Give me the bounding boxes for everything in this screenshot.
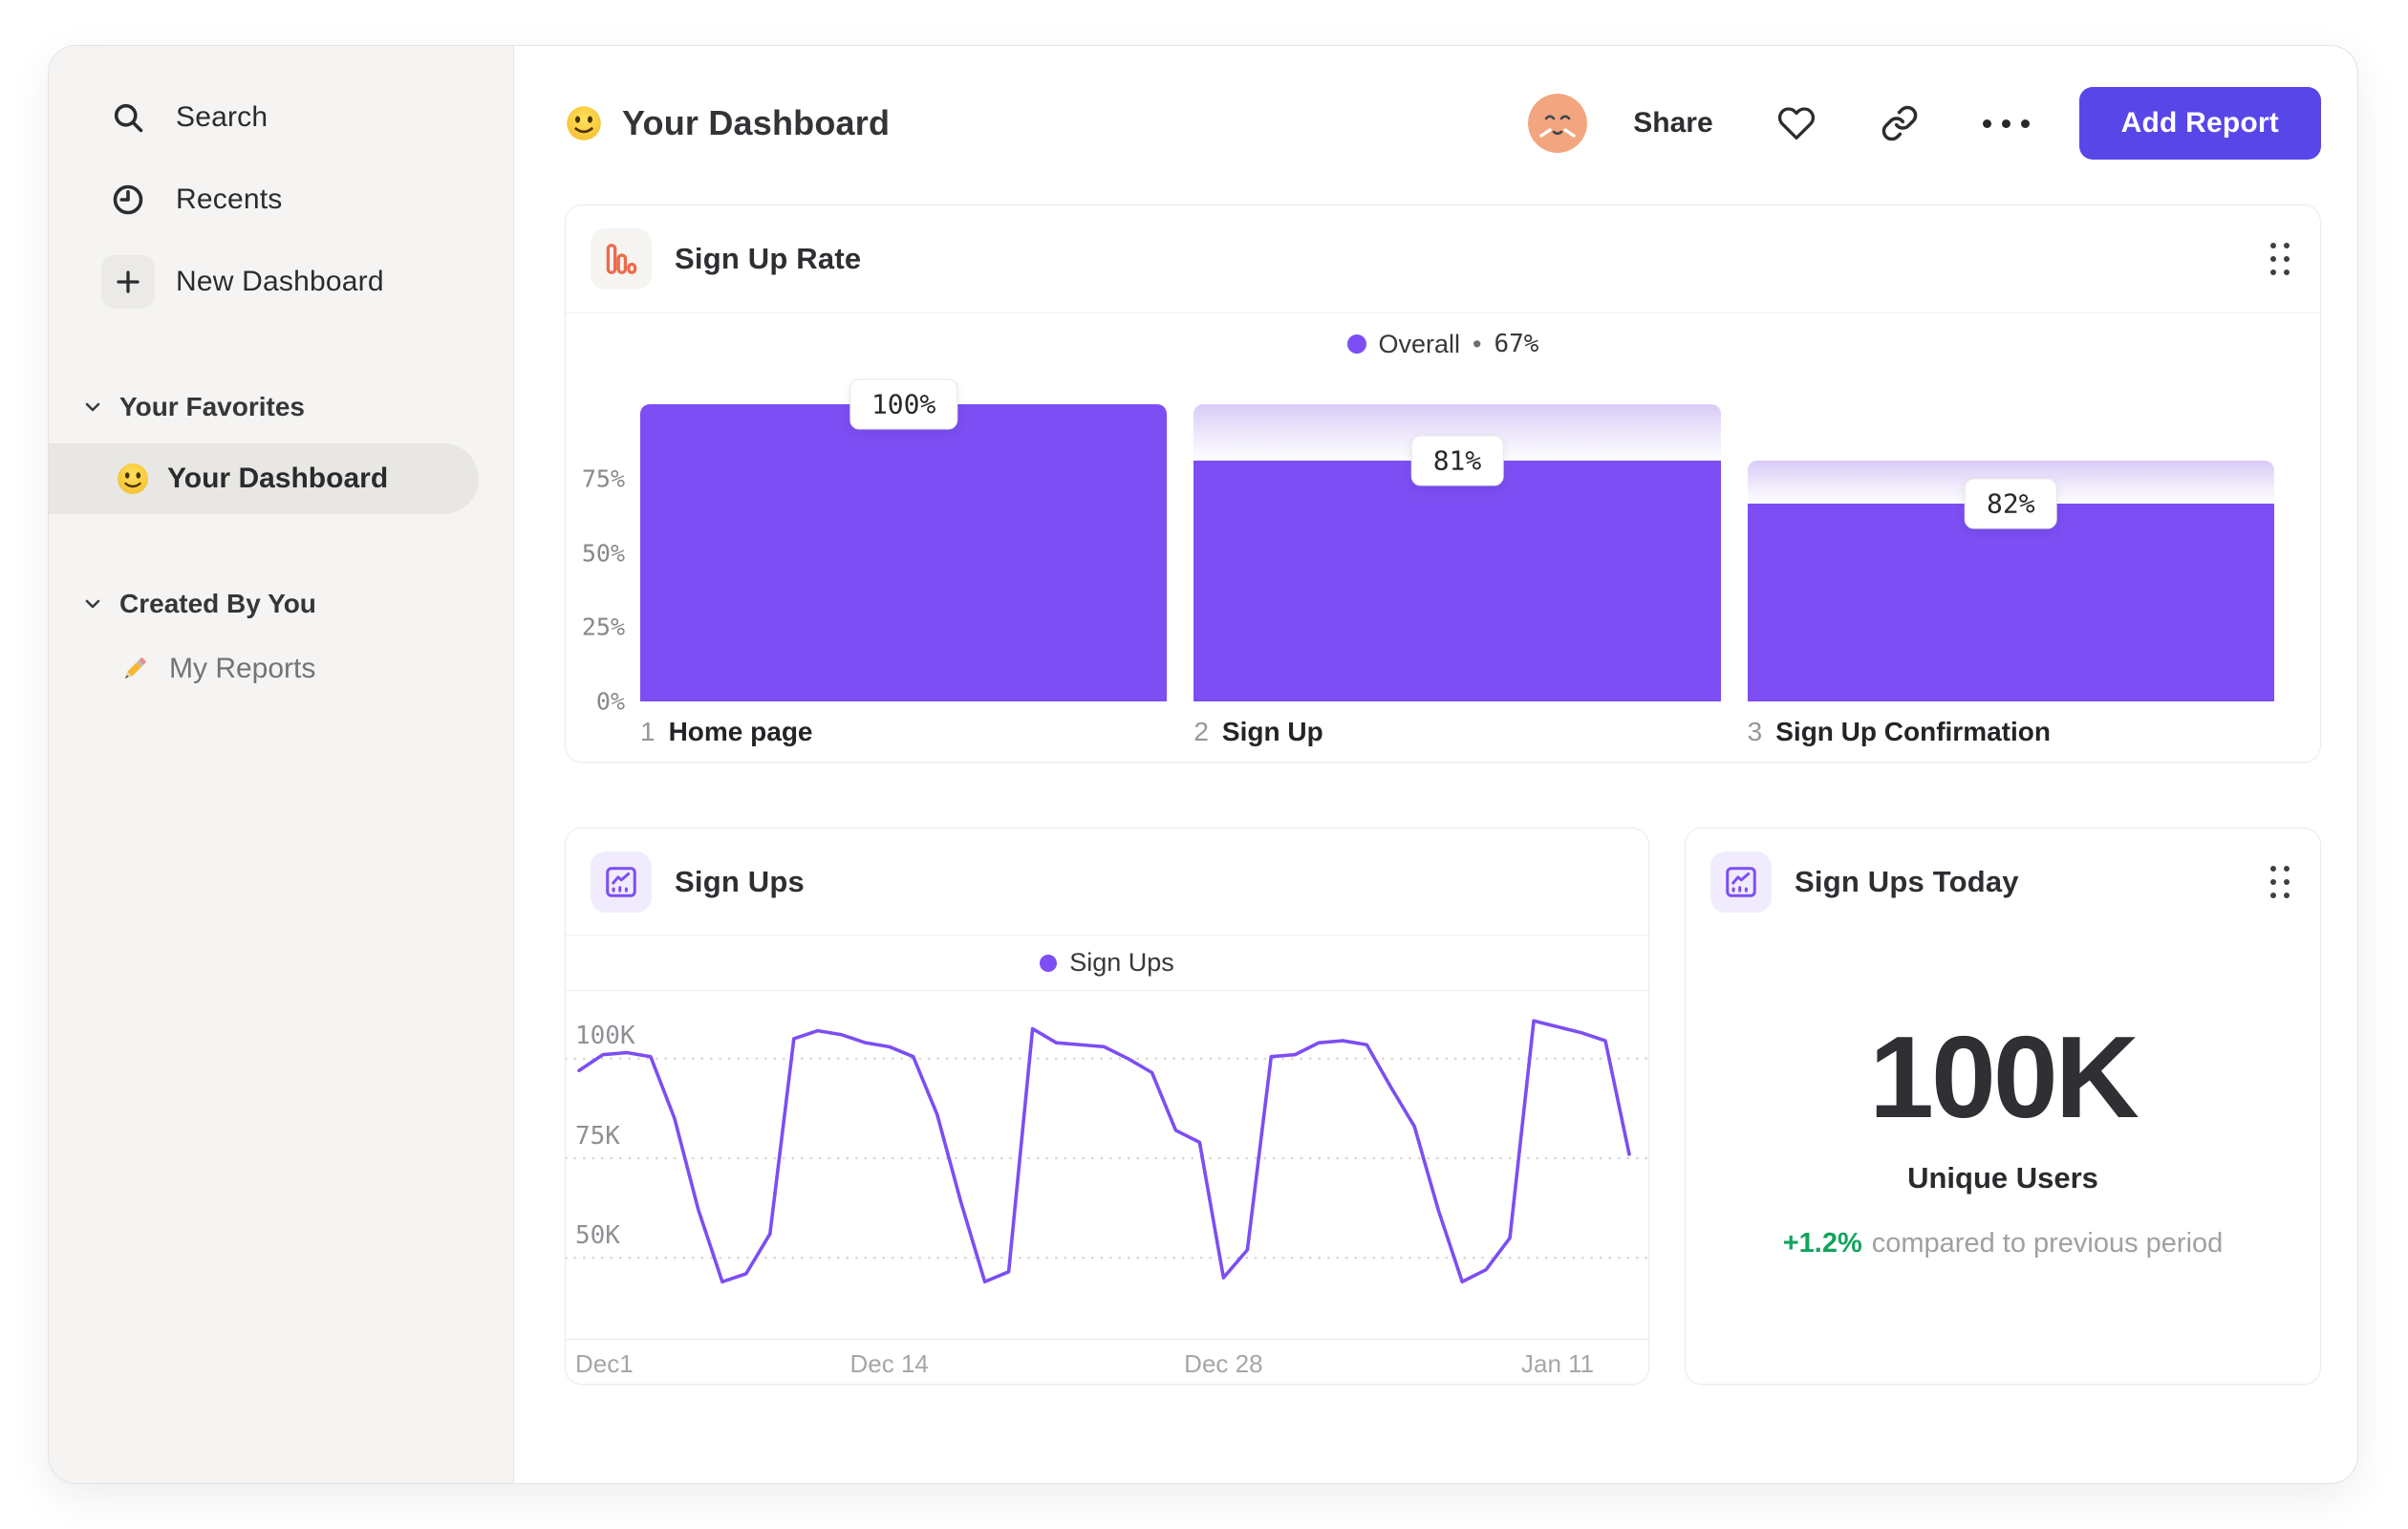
line-chart-icon [591,851,652,913]
funnel-converted-fill [1747,504,2274,701]
funnel-y-tick: 0% [595,687,625,716]
section-created-by-you[interactable]: Created By You [49,577,513,631]
search-icon [101,91,155,144]
section-title: Your Favorites [119,392,305,421]
sidebar-item-label: New Dashboard [176,266,384,297]
funnel-y-tick: 50% [581,539,625,567]
funnel-step-label: 2 Sign Up [1193,717,1323,746]
funnel-step-label: 1 Home page [640,717,813,746]
line-x-tick: Jan 11 [1520,1349,1595,1378]
section-title: Created By You [119,589,316,618]
legend-dot [1040,954,1058,972]
metric-subtitle: Unique Users [1907,1161,2098,1195]
metric-value: 100K [1869,1012,2139,1142]
delta-value: +1.2% [1782,1228,1862,1259]
funnel-x-labels: 1 Home page 2 Sign Up 3 Sign Up Confirmation [640,717,2274,747]
sidebar: Search Recents New Dashboard Your Favori… [49,46,514,1483]
card-sign-ups-today: Sign Ups Today 100K Unique Users +1.2% co… [1685,828,2321,1385]
share-button[interactable]: Share [1633,107,1712,140]
card-sign-ups: Sign Ups Sign Ups 100K 75K 50K Dec1 Dec 14 D… [565,828,1649,1385]
funnel-plot: 100% 81% 82% [640,378,2274,701]
main-content: Your Dashboard Share Add Report Sign Up … [514,46,2357,1483]
funnel-step-label: 3 Sign Up Confirmation [1747,717,2051,746]
drag-handle-icon[interactable] [2265,860,2295,904]
sidebar-item-my-reports[interactable]: My Reports [49,638,513,700]
line-legend[interactable]: Sign Ups [566,936,1648,991]
chevron-down-icon [83,597,102,611]
sidebar-item-recents[interactable]: Recents [49,159,513,241]
sidebar-item-label: My Reports [169,653,316,684]
funnel-value-tooltip: 100% [849,378,958,430]
card-header: Sign Up Rate [566,205,2320,313]
card-title: Sign Up Rate [675,242,862,275]
plus-icon [101,255,155,309]
card-sign-up-rate: Sign Up Rate Overall • 67% 75% 50% 25% 0% 1… [565,205,2321,763]
app-window: Search Recents New Dashboard Your Favori… [48,45,2358,1484]
line-x-axis: Dec1 Dec 14 Dec 28 Jan 11 [566,1340,1648,1384]
delta-note: compared to previous period [1871,1228,2224,1259]
pencil-emoji-icon [118,652,152,686]
card-title: Sign Ups [675,864,805,898]
page: Search Recents New Dashboard Your Favori… [0,0,2408,1529]
legend-label: Overall [1378,329,1461,358]
smiley-emoji-icon [565,104,603,142]
copy-link-icon[interactable] [1880,104,1920,142]
funnel-converted-fill [1193,461,1721,701]
card-header: Sign Ups [566,829,1648,936]
funnel-legend[interactable]: Overall • 67% [566,313,2320,375]
line-x-tick: Dec 28 [1184,1349,1263,1378]
more-options-icon[interactable] [1982,118,2030,128]
legend-label: Sign Ups [1069,948,1174,977]
card-header: Sign Ups Today [1686,829,2320,936]
chevron-down-icon [83,400,102,414]
funnel-bar-home-page[interactable]: 100% [640,378,1168,701]
line-x-tick: Dec 14 [849,1349,929,1378]
sidebar-item-new-dashboard[interactable]: New Dashboard [49,241,513,323]
line-chart-icon [1710,851,1772,913]
drag-handle-icon[interactable] [2265,237,2295,281]
funnel-y-axis: 75% 50% 25% 0% [582,404,625,715]
funnel-converted-fill [640,404,1168,701]
line-x-tick: Dec1 [575,1349,634,1378]
legend-separator: • [1473,329,1482,358]
dashboard-header: Your Dashboard Share Add Report [565,87,2321,160]
sidebar-item-label: Your Dashboard [167,463,389,494]
funnel-chart-icon [591,228,652,290]
sidebar-item-search[interactable]: Search [49,76,513,159]
clock-icon [101,173,155,226]
favorite-heart-icon[interactable] [1776,104,1817,142]
funnel-y-tick: 25% [581,613,625,641]
header-actions: Share Add Report [1528,87,2321,160]
funnel-y-tick: 75% [581,464,625,493]
cards-row: Sign Ups Sign Ups 100K 75K 50K Dec1 Dec 14 D… [565,828,2321,1385]
funnel-chart: 75% 50% 25% 0% 100% 81% 82% 1 Home page 2 Sign U… [566,375,2320,762]
add-report-button[interactable]: Add Report [2078,87,2321,160]
funnel-bar-sign-up[interactable]: 81% [1193,404,1721,701]
legend-dot [1346,334,1366,354]
card-title: Sign Ups Today [1795,865,2019,898]
sign-ups-series-line[interactable] [577,1019,1631,1284]
section-your-favorites[interactable]: Your Favorites [49,380,513,434]
funnel-bar-sign-up-confirmation[interactable]: 82% [1747,404,2274,701]
avatar[interactable] [1528,94,1588,153]
sidebar-item-label: Recents [176,183,283,215]
smiley-emoji-icon [116,462,150,496]
line-chart[interactable]: 100K 75K 50K [566,991,1648,1340]
sidebar-item-label: Search [176,101,269,133]
metric-delta-row: +1.2% compared to previous period [1686,1228,2320,1260]
legend-value: 67% [1494,330,1539,358]
page-title: Your Dashboard [622,103,891,142]
funnel-value-tooltip: 82% [1965,478,2057,529]
funnel-value-tooltip: 81% [1410,435,1504,486]
sidebar-item-your-dashboard[interactable]: Your Dashboard [49,443,479,514]
